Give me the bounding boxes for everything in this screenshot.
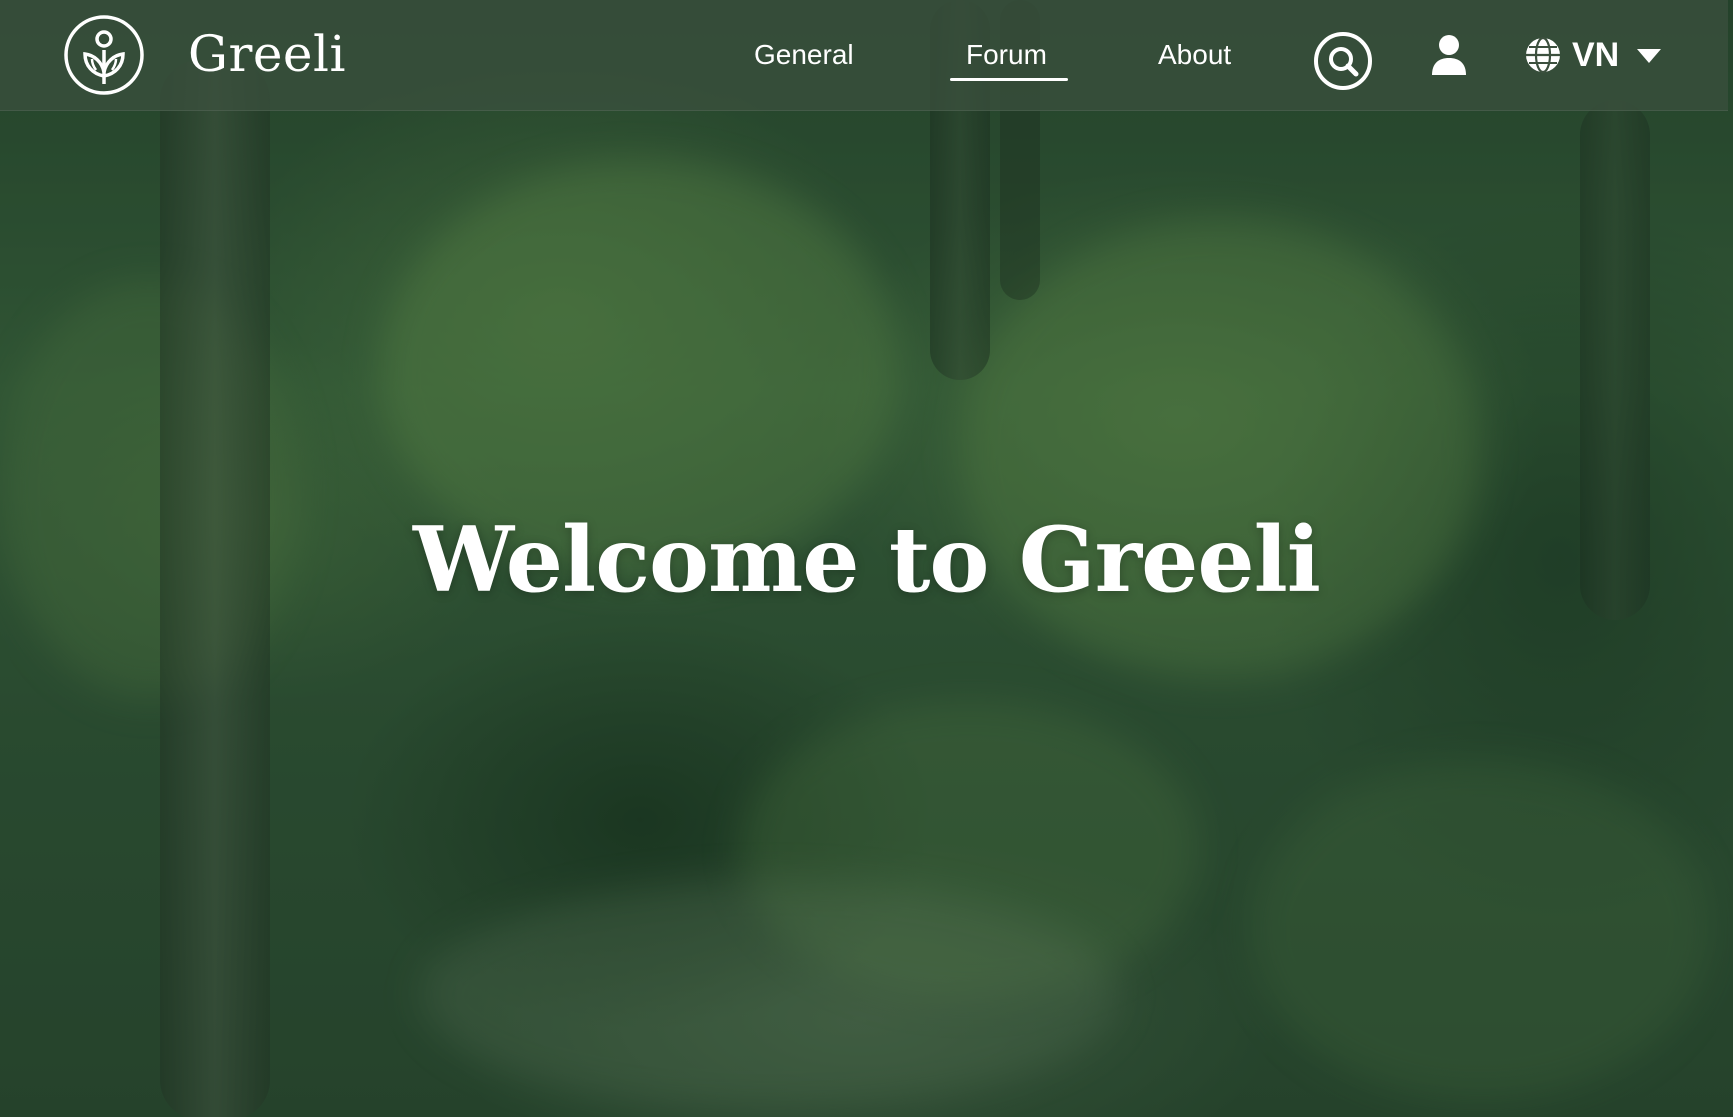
nav-link-about[interactable]: About xyxy=(1158,36,1231,74)
active-tab-indicator xyxy=(950,78,1068,81)
search-icon[interactable] xyxy=(1313,31,1373,91)
top-navbar: Greeli General Forum About VN xyxy=(0,0,1728,111)
language-selector[interactable]: VN xyxy=(1524,32,1664,78)
leaf-sprout-logo-icon[interactable] xyxy=(63,14,145,96)
caret-down-icon xyxy=(1636,48,1662,64)
nav-link-general[interactable]: General xyxy=(754,36,854,74)
language-code: VN xyxy=(1572,36,1620,74)
brand-name[interactable]: Greeli xyxy=(188,22,346,86)
user-icon[interactable] xyxy=(1430,34,1468,76)
hero-headline: Welcome to Greeli xyxy=(413,507,1321,613)
globe-icon xyxy=(1524,36,1562,74)
nav-link-forum[interactable]: Forum xyxy=(966,36,1047,74)
